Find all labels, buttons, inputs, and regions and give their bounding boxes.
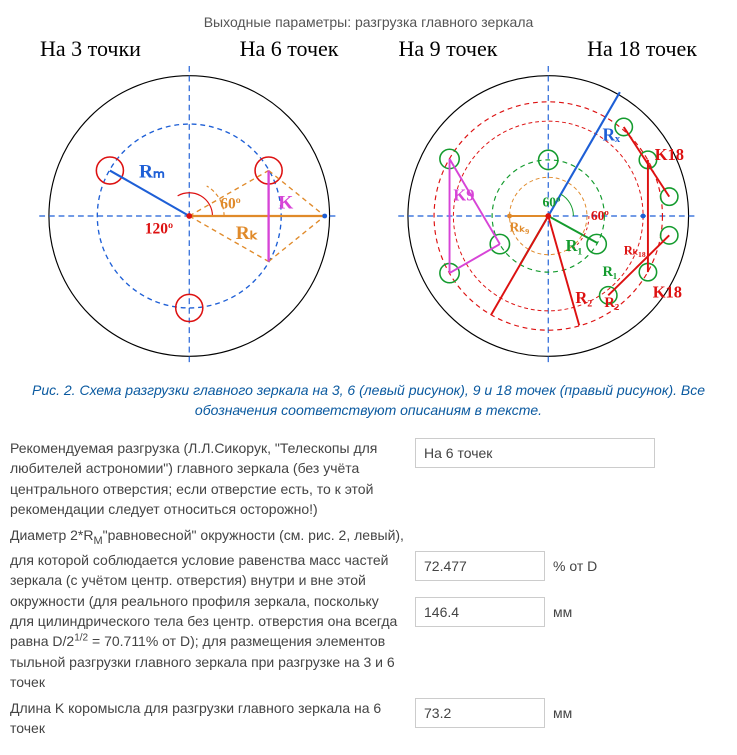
label-60: 60º [220,195,241,212]
header-6pt: На 6 точек [240,36,339,62]
field-diameter-pct: 72.477 [415,551,545,581]
field-diameter-mm: 146.4 [415,597,545,627]
header-18pt: На 18 точек [587,36,697,62]
row-klen: Длина K коромысла для разгрузки главного… [10,698,727,739]
label-diameter: Диаметр 2*RM"равновесной" окружности (см… [10,525,405,692]
label-klen: Длина K коромысла для разгрузки главного… [10,698,405,739]
label-r1b: R₁ [602,264,617,280]
label-rk18: Rₖ₁₈ [623,244,645,258]
label-k9: K9 [453,186,474,205]
field-klen: 73.2 [415,698,545,728]
label-rm: Rₘ [139,161,165,182]
page-title: Выходные параметры: разгрузка главного з… [10,14,727,30]
unit-diameter-pct: % от D [553,558,597,574]
label-recommended: Рекомендуемая разгрузка (Л.Л.Сикорук, "Т… [10,438,405,519]
header-3pt: На 3 точки [40,36,141,62]
diagram-left-svg: 120º 60º Rₘ Rₖ K [10,66,369,366]
label-60b: 60º [590,208,609,223]
diagram-right-svg: Rₓ 60º 60º R₁ R₂ R₁ R₂ K9 Rₖ₉ K18 K18 Rₖ… [369,66,728,366]
label-k18b: K18 [652,282,681,301]
label-rk9: Rₖ₉ [509,219,529,234]
figure-caption: Рис. 2. Схема разгрузки главного зеркала… [30,381,707,420]
label-120: 120º [145,220,173,237]
label-r2a: R₂ [575,288,592,307]
diagram-right-column: На 9 точек На 18 точек [369,36,728,369]
label-rk: Rₖ [236,223,258,244]
header-9pt: На 9 точек [399,36,498,62]
row-diameter: Диаметр 2*RM"равновесной" окружности (см… [10,525,727,692]
unit-klen: мм [553,705,572,721]
label-60a: 60º [542,194,561,209]
field-recommended: На 6 точек [415,438,655,468]
label-r1a: R₁ [565,236,582,255]
diagram-row: На 3 точки На 6 точек [10,36,727,369]
label-k: K [278,192,293,213]
label-k18a: K18 [654,145,683,164]
unit-diameter-mm: мм [553,604,572,620]
row-recommended: Рекомендуемая разгрузка (Л.Л.Сикорук, "Т… [10,438,727,519]
label-rx: Rₓ [602,125,621,145]
label-r2b: R₂ [604,295,619,311]
diagram-left-column: На 3 точки На 6 точек [10,36,369,369]
